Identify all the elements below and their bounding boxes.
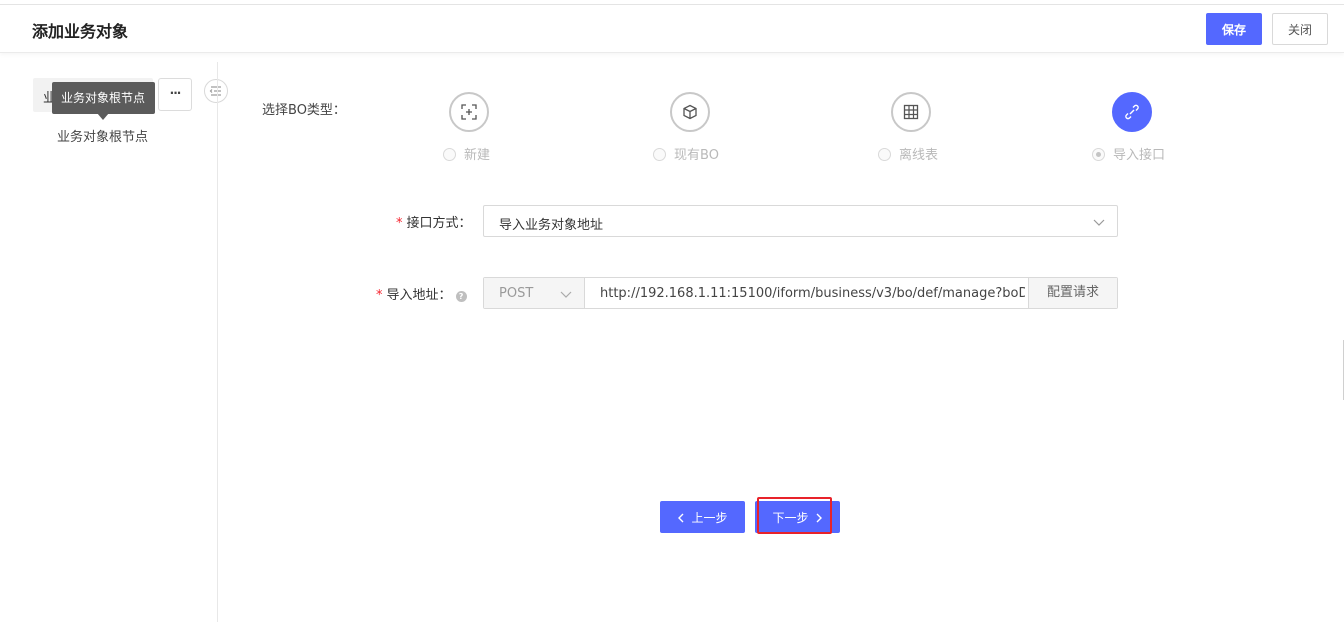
bo-type-import[interactable]: 导入接口	[1092, 92, 1212, 163]
address-label-text: 导入地址：	[386, 288, 452, 303]
bo-type-offline[interactable]: 离线表	[878, 92, 998, 163]
bo-type-new-radio[interactable]: 新建	[443, 144, 491, 163]
tree-node-tooltip: 业务对象根节点	[52, 82, 155, 114]
config-request-button[interactable]: 配置请求	[1028, 278, 1117, 308]
url-input[interactable]: http://192.168.1.11:15100/iform/business…	[600, 286, 1025, 301]
chevron-down-icon	[560, 291, 572, 298]
required-mark: *	[396, 216, 403, 231]
interface-select-value: 导入业务对象地址	[499, 218, 604, 233]
save-button[interactable]: 保存	[1206, 13, 1262, 45]
close-button[interactable]: 关闭	[1272, 13, 1328, 45]
link-icon[interactable]	[1112, 92, 1152, 132]
bo-type-label-import: 导入接口	[1113, 148, 1166, 163]
chevron-down-icon	[1093, 219, 1105, 226]
tree-node-child[interactable]: 业务对象根节点	[57, 126, 148, 145]
bo-type-import-radio[interactable]: 导入接口	[1092, 144, 1166, 163]
interface-field-label: * 接口方式：	[396, 212, 472, 231]
collapse-panel-icon[interactable]	[204, 79, 228, 103]
page-header: 添加业务对象 保存 关闭	[0, 5, 1344, 53]
interface-label-text: 接口方式：	[406, 216, 472, 231]
bo-type-new[interactable]: 新建	[443, 92, 563, 163]
tooltip-arrow	[97, 113, 109, 120]
radio-button[interactable]	[878, 148, 891, 161]
http-method-select[interactable]: POST	[484, 278, 585, 308]
chevron-right-icon	[816, 513, 822, 522]
panel-divider	[217, 62, 218, 622]
page-title: 添加业务对象	[32, 22, 129, 41]
address-input-group: POST http://192.168.1.11:15100/iform/bus…	[483, 277, 1118, 309]
bo-type-label-offline: 离线表	[899, 148, 939, 163]
next-step-button[interactable]: 下一步	[755, 501, 840, 533]
help-icon[interactable]: ?	[455, 291, 467, 302]
cube-icon[interactable]	[670, 92, 710, 132]
next-step-label: 下一步	[772, 510, 809, 525]
interface-select[interactable]: 导入业务对象地址	[483, 205, 1118, 237]
radio-button[interactable]	[443, 148, 456, 161]
required-mark: *	[376, 288, 383, 303]
prev-step-label: 上一步	[691, 510, 728, 525]
radio-button[interactable]	[653, 148, 666, 161]
radio-button-checked[interactable]	[1092, 148, 1105, 161]
address-field-label: * 导入地址：?	[376, 284, 467, 303]
http-method-value: POST	[499, 286, 534, 301]
table-grid-icon[interactable]	[891, 92, 931, 132]
new-scan-icon[interactable]	[449, 92, 489, 132]
prev-step-button[interactable]: 上一步	[660, 501, 745, 533]
bo-type-label: 选择BO类型：	[262, 103, 346, 118]
bo-type-existing[interactable]: 现有BO	[653, 92, 773, 163]
bo-type-offline-radio[interactable]: 离线表	[878, 144, 939, 163]
chevron-left-icon	[678, 513, 684, 522]
bo-type-label-existing: 现有BO	[674, 148, 719, 163]
more-actions-button[interactable]: ···	[158, 78, 192, 111]
bo-type-label-new: 新建	[464, 148, 491, 163]
bo-type-existing-radio[interactable]: 现有BO	[653, 144, 719, 163]
